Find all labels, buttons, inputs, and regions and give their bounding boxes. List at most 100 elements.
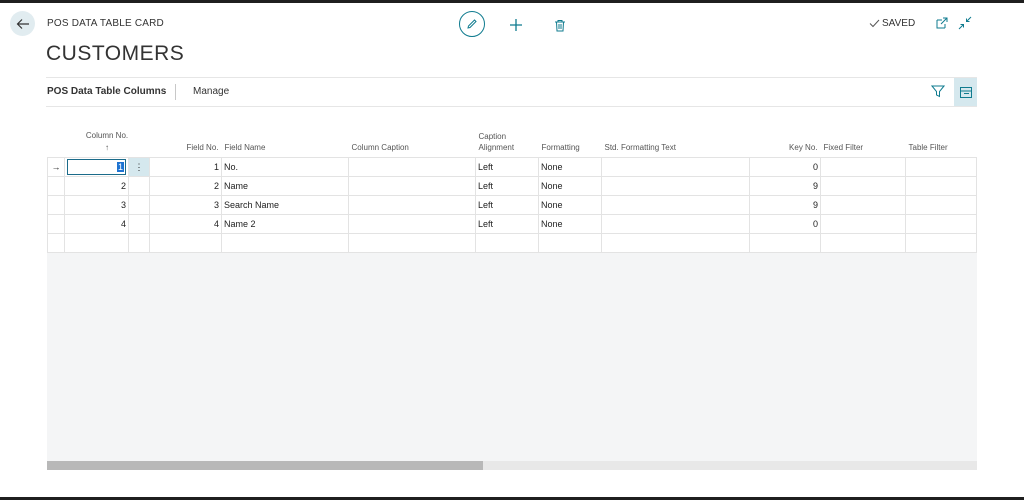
subpage-action-bar: POS Data Table Columns Manage (46, 77, 977, 107)
column-caption-cell[interactable] (348, 233, 476, 253)
formatting-cell[interactable]: None (538, 157, 602, 177)
delete-button[interactable] (551, 16, 569, 34)
pencil-icon (467, 19, 477, 29)
caption-alignment-label-2: Alignment (478, 143, 515, 152)
field-no-cell[interactable]: 2 (149, 176, 222, 196)
column-no-value: 1 (116, 162, 124, 172)
column-no-cell[interactable]: 3 (64, 195, 129, 215)
formatting-cell[interactable]: None (538, 195, 602, 215)
caption-alignment-cell[interactable]: Left (475, 157, 539, 177)
horizontal-scrollbar[interactable] (47, 461, 977, 470)
field-no-cell[interactable]: 1 (149, 157, 222, 177)
plus-icon (510, 19, 522, 31)
column-header-column-caption[interactable]: Column Caption (348, 118, 476, 158)
horizontal-scrollbar-thumb[interactable] (47, 461, 483, 470)
table-filter-cell[interactable] (905, 195, 977, 215)
check-icon (869, 19, 880, 28)
caption-alignment-cell[interactable]: Left (475, 195, 539, 215)
fixed-filter-cell[interactable] (820, 176, 906, 196)
back-arrow-icon (16, 18, 29, 29)
table-row[interactable]: 2 2 Name Left None 9 (47, 176, 977, 196)
formatting-cell[interactable]: None (538, 214, 602, 234)
manage-menu[interactable]: Manage (193, 86, 229, 97)
column-caption-cell[interactable] (348, 176, 476, 196)
table-filter-cell[interactable] (905, 176, 977, 196)
back-button[interactable] (10, 11, 35, 36)
field-name-cell[interactable]: Name 2 (221, 214, 349, 234)
std-formatting-text-cell[interactable] (601, 233, 750, 253)
key-no-cell[interactable]: 9 (749, 195, 821, 215)
column-header-std-formatting-text[interactable]: Std. Formatting Text (601, 118, 750, 158)
fixed-filter-cell[interactable] (820, 214, 906, 234)
trash-icon (555, 19, 565, 31)
column-no-cell[interactable]: 1 (64, 157, 129, 177)
column-caption-cell[interactable] (348, 195, 476, 215)
fixed-filter-cell[interactable] (820, 195, 906, 215)
table-filter-cell[interactable] (905, 214, 977, 234)
caption-alignment-cell[interactable]: Left (475, 176, 539, 196)
column-no-cell[interactable]: 4 (64, 214, 129, 234)
std-formatting-text-cell[interactable] (601, 176, 750, 196)
collapse-button[interactable] (958, 16, 974, 32)
column-header-fixed-filter[interactable]: Fixed Filter (820, 118, 906, 158)
column-header-key-no[interactable]: Key No. (749, 118, 821, 158)
column-header-caption-alignment[interactable]: Caption Alignment (475, 118, 539, 158)
key-no-cell[interactable]: 0 (749, 157, 821, 177)
column-no-cell[interactable]: 2 (64, 176, 129, 196)
field-name-cell[interactable] (221, 233, 349, 253)
factbox-toggle-button[interactable] (954, 78, 977, 106)
field-name-cell[interactable]: No. (221, 157, 349, 177)
row-menu-cell[interactable] (128, 214, 150, 234)
row-menu-cell[interactable] (128, 233, 150, 253)
saved-status: SAVED (869, 18, 915, 29)
table-filter-cell[interactable] (905, 233, 977, 253)
factbox-toggle-icon (959, 86, 972, 98)
new-button[interactable] (507, 16, 525, 34)
column-no-cell[interactable] (64, 233, 129, 253)
column-header-field-name[interactable]: Field Name (221, 118, 349, 158)
row-menu-icon[interactable]: ⋮ (128, 157, 150, 177)
column-caption-cell[interactable] (348, 157, 476, 177)
filter-button[interactable] (930, 84, 947, 100)
std-formatting-text-cell[interactable] (601, 195, 750, 215)
filter-icon (930, 85, 946, 98)
column-header-column-no[interactable]: Column No. ↑ (64, 118, 150, 158)
table-row[interactable]: 3 3 Search Name Left None 9 (47, 195, 977, 215)
key-no-cell[interactable]: 0 (749, 214, 821, 234)
std-formatting-text-cell[interactable] (601, 157, 750, 177)
key-no-cell[interactable]: 9 (749, 176, 821, 196)
row-menu-cell[interactable] (128, 195, 150, 215)
fixed-filter-cell[interactable] (820, 233, 906, 253)
std-formatting-text-cell[interactable] (601, 214, 750, 234)
table-row[interactable]: 4 4 Name 2 Left None 0 (47, 214, 977, 234)
key-no-cell[interactable] (749, 233, 821, 253)
popout-button[interactable] (935, 16, 951, 32)
column-no-input[interactable]: 1 (67, 159, 126, 175)
page-title: CUSTOMERS (46, 42, 185, 65)
table-row[interactable]: → 1 ⋮ 1 No. Left None 0 (47, 157, 977, 177)
empty-new-row[interactable] (47, 233, 977, 253)
field-no-cell[interactable] (149, 233, 222, 253)
formatting-cell[interactable] (538, 233, 602, 253)
caption-alignment-cell[interactable]: Left (475, 214, 539, 234)
sort-ascending-icon: ↑ (105, 143, 109, 152)
edit-button[interactable] (459, 11, 485, 37)
row-indicator-cell (47, 233, 65, 253)
column-header-formatting[interactable]: Formatting (538, 118, 602, 158)
fixed-filter-cell[interactable] (820, 157, 906, 177)
row-indicator-cell (47, 176, 65, 196)
caption-alignment-cell[interactable] (475, 233, 539, 253)
formatting-cell[interactable]: None (538, 176, 602, 196)
column-header-table-filter[interactable]: Table Filter (905, 118, 977, 158)
row-menu-cell[interactable] (128, 176, 150, 196)
field-name-cell[interactable]: Search Name (221, 195, 349, 215)
field-no-cell[interactable]: 3 (149, 195, 222, 215)
field-name-cell[interactable]: Name (221, 176, 349, 196)
table-filter-cell[interactable] (905, 157, 977, 177)
column-caption-cell[interactable] (348, 214, 476, 234)
column-header-field-no[interactable]: Field No. (149, 118, 222, 158)
subpage-title[interactable]: POS Data Table Columns (47, 86, 166, 97)
field-no-cell[interactable]: 4 (149, 214, 222, 234)
window-top-border (0, 0, 1024, 3)
table-header-row: Column No. ↑ Field No. Field Name Column… (47, 118, 977, 158)
